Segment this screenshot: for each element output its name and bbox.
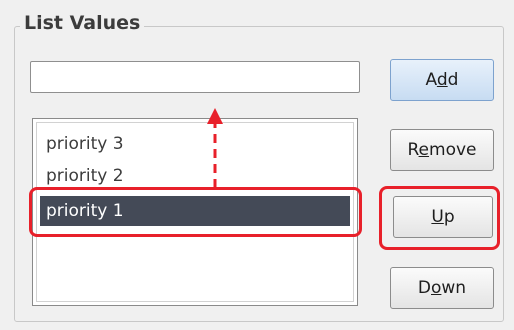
- up-button-highlight: [379, 186, 500, 250]
- group-title: List Values: [20, 11, 145, 35]
- move-up-arrow-icon: [207, 108, 223, 188]
- list-item[interactable]: priority 3: [40, 129, 350, 159]
- mnemonic-letter: e: [418, 140, 430, 160]
- value-input[interactable]: [30, 61, 360, 93]
- selected-item-highlight: [29, 187, 362, 237]
- remove-button[interactable]: Remove: [390, 129, 494, 171]
- add-button[interactable]: Add: [390, 59, 494, 101]
- mnemonic-letter: o: [431, 278, 442, 298]
- down-button[interactable]: Down: [390, 267, 494, 309]
- mnemonic-letter: d: [436, 70, 448, 90]
